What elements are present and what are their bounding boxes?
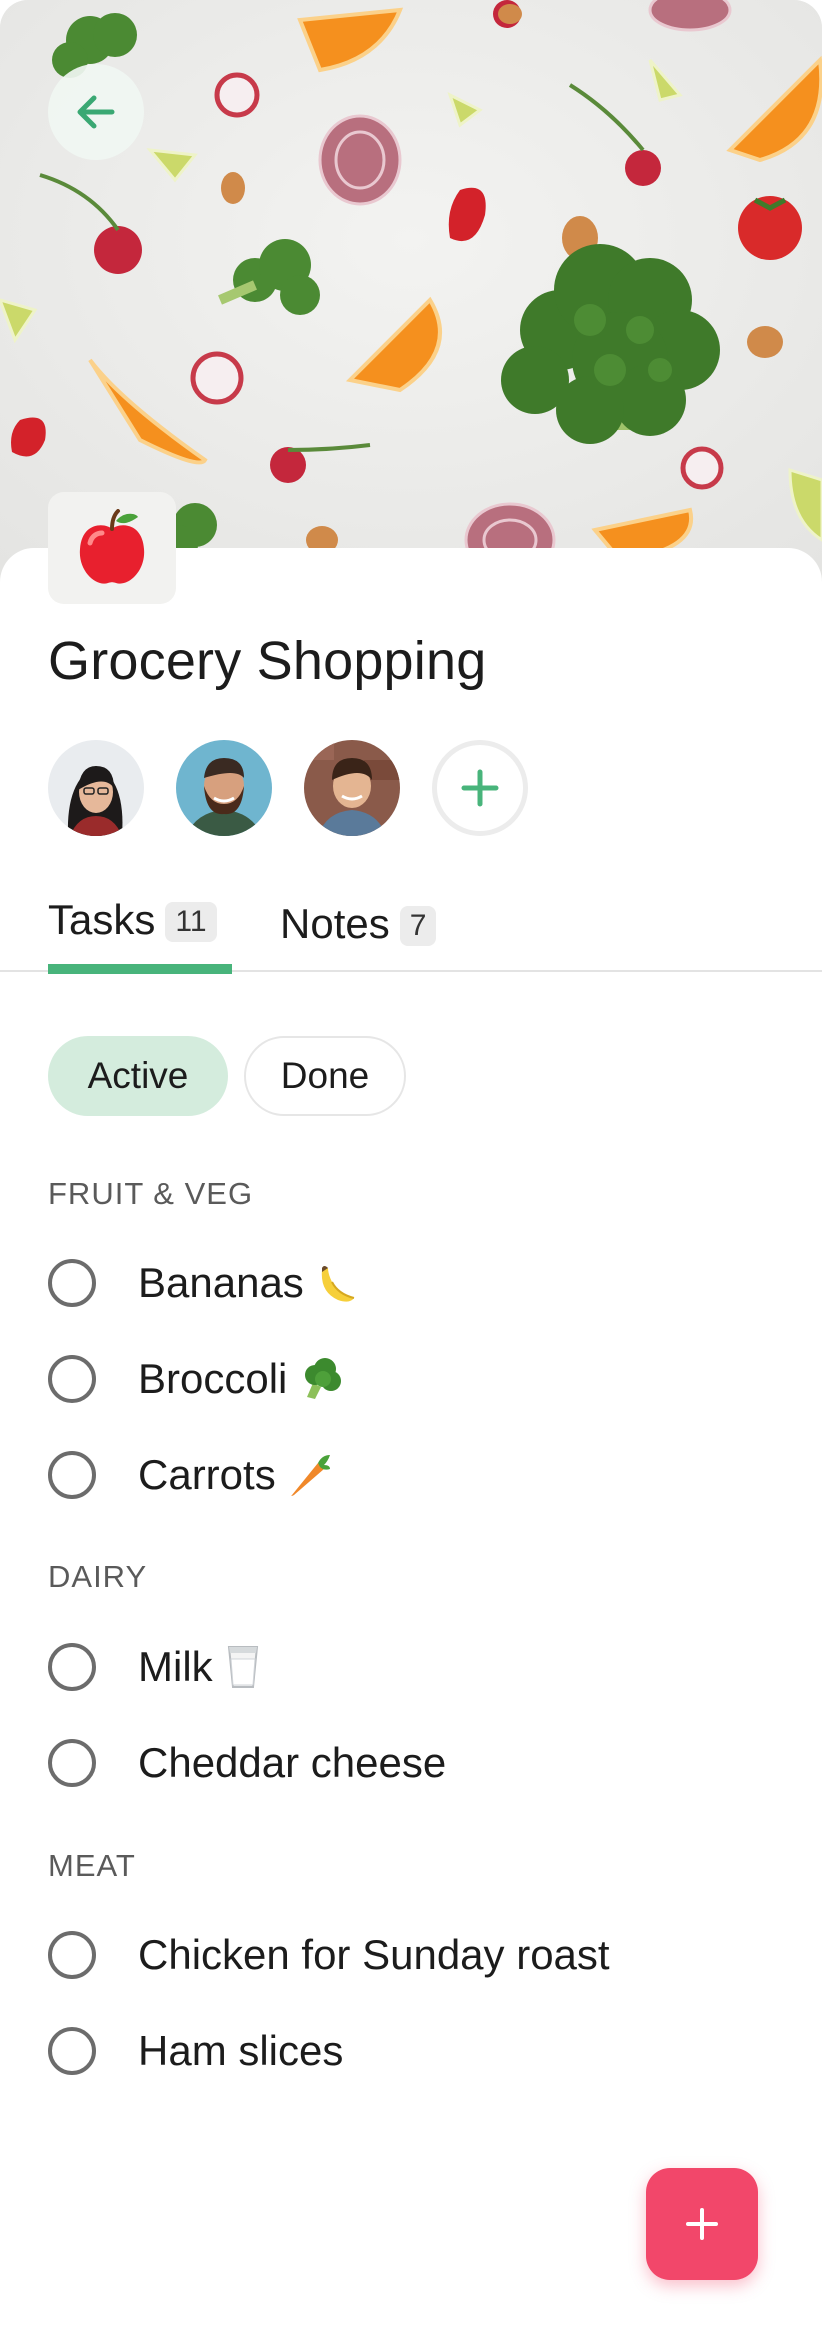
section-label-meat: MEAT bbox=[48, 1848, 136, 1883]
section-label-fruit-veg: FRUIT & VEG bbox=[48, 1176, 254, 1211]
task-item: Chicken for Sunday roast bbox=[48, 1915, 768, 1995]
task-checkbox[interactable] bbox=[48, 1259, 96, 1307]
task-item: Cheddar cheese bbox=[48, 1723, 768, 1803]
avatar-boy[interactable] bbox=[304, 740, 400, 836]
task-item: Carrots bbox=[48, 1435, 768, 1515]
list-title: Grocery Shopping bbox=[48, 631, 487, 691]
carrot-icon bbox=[288, 1453, 332, 1497]
task-item: Bananas bbox=[48, 1243, 768, 1323]
task-text: Broccoli bbox=[138, 1355, 288, 1402]
task-text: Chicken for Sunday roast bbox=[138, 1931, 610, 1978]
task-checkbox[interactable] bbox=[48, 2027, 96, 2075]
task-checkbox[interactable] bbox=[48, 1739, 96, 1787]
task-text: Milk bbox=[138, 1643, 213, 1690]
plus-icon bbox=[461, 769, 499, 807]
tab-notes[interactable]: Notes 7 bbox=[280, 894, 437, 976]
tab-tasks-label: Tasks bbox=[48, 896, 156, 943]
tab-notes-count: 7 bbox=[399, 906, 437, 946]
banana-icon bbox=[316, 1262, 358, 1304]
tab-tasks-count: 11 bbox=[165, 902, 217, 942]
task-text: Carrots bbox=[138, 1451, 276, 1498]
back-button[interactable] bbox=[48, 64, 144, 160]
tab-bar: Tasks 11 Notes 7 bbox=[0, 890, 822, 974]
task-text: Cheddar cheese bbox=[138, 1739, 447, 1786]
task-checkbox[interactable] bbox=[48, 1643, 96, 1691]
filter-done-pill[interactable]: Done bbox=[244, 1036, 406, 1116]
list-emoji-tile[interactable] bbox=[48, 492, 176, 604]
broccoli-icon bbox=[299, 1357, 343, 1401]
tab-notes-label: Notes bbox=[280, 900, 390, 947]
add-member-button[interactable] bbox=[432, 740, 528, 836]
task-item: Ham slices bbox=[48, 2011, 768, 2091]
milk-glass-icon bbox=[225, 1645, 261, 1689]
task-checkbox[interactable] bbox=[48, 1451, 96, 1499]
tab-active-indicator bbox=[48, 964, 232, 974]
task-checkbox[interactable] bbox=[48, 1355, 96, 1403]
plus-icon bbox=[686, 2208, 718, 2240]
tab-tasks[interactable]: Tasks 11 bbox=[48, 890, 232, 974]
avatar-woman[interactable] bbox=[48, 740, 144, 836]
task-item: Broccoli bbox=[48, 1339, 768, 1419]
filter-active-pill[interactable]: Active bbox=[48, 1036, 228, 1116]
section-label-dairy: DAIRY bbox=[48, 1559, 148, 1594]
arrow-left-icon bbox=[77, 95, 115, 129]
red-apple-icon bbox=[79, 509, 145, 584]
task-checkbox[interactable] bbox=[48, 1931, 96, 1979]
task-text: Bananas bbox=[138, 1259, 304, 1306]
add-task-button[interactable] bbox=[646, 2168, 758, 2280]
avatar-man-beard[interactable] bbox=[176, 740, 272, 836]
task-text: Ham slices bbox=[138, 2027, 344, 2074]
task-item: Milk bbox=[48, 1627, 768, 1707]
